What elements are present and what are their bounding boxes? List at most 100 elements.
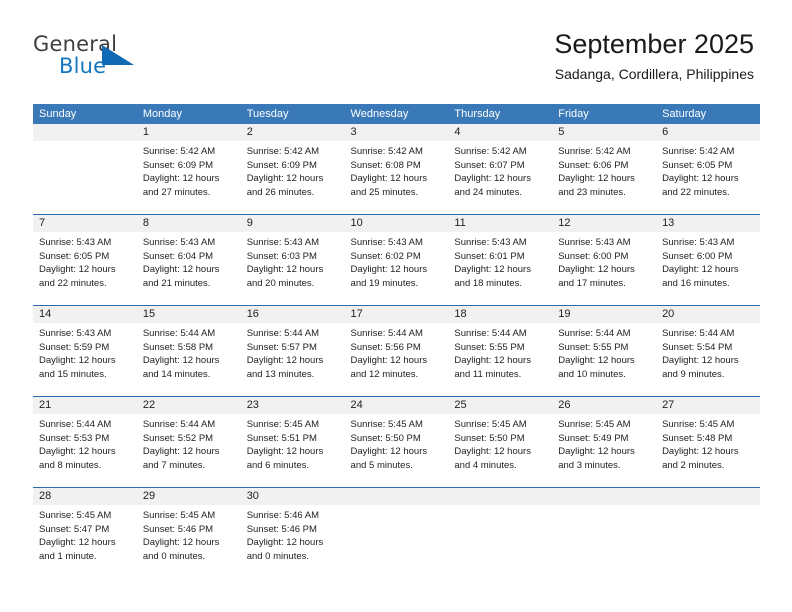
day-number[interactable]: 20 (656, 306, 760, 323)
day-number[interactable]: 3 (345, 124, 449, 141)
day-cell[interactable]: Sunrise: 5:43 AM Sunset: 6:01 PM Daylight:… (448, 232, 552, 305)
day-cell[interactable]: Sunrise: 5:44 AM Sunset: 5:56 PM Daylight:… (345, 323, 449, 396)
day-number[interactable]: 10 (345, 215, 449, 232)
daylight-text: Daylight: 12 hours and 22 minutes. (662, 173, 739, 198)
day-cell[interactable]: Sunrise: 5:43 AM Sunset: 6:00 PM Daylight:… (656, 232, 760, 305)
day-number[interactable]: 18 (448, 306, 552, 323)
sunset-text: Sunset: 6:09 PM (142, 159, 214, 171)
sunrise-text: Sunrise: 5:43 AM (558, 237, 631, 248)
day-number[interactable]: 27 (656, 397, 760, 414)
day-number-empty (448, 488, 552, 505)
daylight-text: Daylight: 12 hours and 10 minutes. (558, 355, 635, 380)
day-number[interactable]: 24 (345, 397, 449, 414)
general-blue-logo[interactable]: General Blue (33, 32, 163, 84)
day-number[interactable]: 26 (552, 397, 656, 414)
daylight-text: Daylight: 12 hours and 27 minutes. (142, 173, 220, 198)
day-cell[interactable]: Sunrise: 5:43 AM Sunset: 6:00 PM Daylight:… (552, 232, 656, 305)
sunrise-text: Sunrise: 5:45 AM (558, 419, 631, 430)
week-daynumber-strip: 28 29 30 (33, 488, 760, 505)
day-number[interactable]: 16 (241, 306, 345, 323)
day-cell[interactable]: Sunrise: 5:43 AM Sunset: 6:04 PM Daylight:… (137, 232, 241, 305)
day-number[interactable]: 29 (137, 488, 241, 505)
sunrise-text: Sunrise: 5:45 AM (246, 419, 320, 430)
day-cell[interactable]: Sunrise: 5:43 AM Sunset: 6:05 PM Daylight:… (33, 232, 137, 305)
sunrise-text: Sunrise: 5:42 AM (350, 146, 423, 157)
daylight-text: Daylight: 12 hours and 7 minutes. (142, 446, 220, 471)
day-number[interactable]: 7 (33, 215, 137, 232)
daylight-text: Daylight: 12 hours and 19 minutes. (350, 264, 428, 289)
day-number[interactable]: 28 (33, 488, 137, 505)
day-number[interactable]: 30 (241, 488, 345, 505)
sunrise-text: Sunrise: 5:43 AM (39, 328, 112, 339)
sunset-text: Sunset: 6:05 PM (662, 159, 733, 171)
day-number[interactable]: 23 (241, 397, 345, 414)
sunrise-text: Sunrise: 5:42 AM (662, 146, 735, 157)
logo-triangle-icon (102, 45, 134, 65)
day-cell[interactable]: Sunrise: 5:45 AM Sunset: 5:50 PM Daylight:… (448, 414, 552, 487)
day-cell[interactable]: Sunrise: 5:42 AM Sunset: 6:05 PM Daylight:… (656, 141, 760, 214)
day-number[interactable]: 19 (552, 306, 656, 323)
day-cell[interactable]: Sunrise: 5:44 AM Sunset: 5:55 PM Daylight:… (552, 323, 656, 396)
day-cell[interactable]: Sunrise: 5:45 AM Sunset: 5:49 PM Daylight:… (552, 414, 656, 487)
week-daynumber-strip: 123456 (33, 124, 760, 141)
day-cell[interactable]: Sunrise: 5:45 AM Sunset: 5:47 PM Daylight:… (33, 505, 137, 578)
day-cell[interactable]: Sunrise: 5:42 AM Sunset: 6:07 PM Daylight:… (448, 141, 552, 214)
calendar-week-row: 21 22 23 24 25 26 27 Sunrise: 5:44 AM Sunset: 5:… (33, 396, 760, 487)
day-number[interactable]: 4 (448, 124, 552, 141)
day-cell[interactable]: Sunrise: 5:44 AM Sunset: 5:55 PM Daylight:… (448, 323, 552, 396)
sunset-text: Sunset: 6:09 PM (246, 159, 317, 171)
sunset-text: Sunset: 6:00 PM (558, 250, 629, 262)
day-cell[interactable]: Sunrise: 5:43 AM Sunset: 5:59 PM Daylight:… (33, 323, 137, 396)
day-cell[interactable]: Sunrise: 5:43 AM Sunset: 6:03 PM Daylight:… (241, 232, 345, 305)
day-number[interactable]: 15 (137, 306, 241, 323)
day-number-empty (33, 124, 137, 141)
day-cell[interactable]: Sunrise: 5:45 AM Sunset: 5:46 PM Daylight:… (137, 505, 241, 578)
daylight-text: Daylight: 12 hours and 12 minutes. (350, 355, 428, 380)
sunset-text: Sunset: 5:46 PM (142, 523, 214, 535)
sunset-text: Sunset: 5:59 PM (39, 341, 110, 353)
sunrise-text: Sunrise: 5:43 AM (39, 237, 112, 248)
day-number[interactable]: 12 (552, 215, 656, 232)
day-number[interactable]: 5 (552, 124, 656, 141)
day-cell[interactable]: Sunrise: 5:42 AM Sunset: 6:09 PM Daylight:… (137, 141, 241, 214)
day-cell[interactable]: Sunrise: 5:42 AM Sunset: 6:09 PM Daylight:… (241, 141, 345, 214)
day-cell[interactable]: Sunrise: 5:44 AM Sunset: 5:52 PM Daylight:… (137, 414, 241, 487)
daylight-text: Daylight: 12 hours and 4 minutes. (454, 446, 531, 471)
day-cell[interactable]: Sunrise: 5:43 AM Sunset: 6:02 PM Daylight:… (345, 232, 449, 305)
day-cell[interactable]: Sunrise: 5:44 AM Sunset: 5:54 PM Daylight:… (656, 323, 760, 396)
day-cell[interactable]: Sunrise: 5:44 AM Sunset: 5:57 PM Daylight:… (241, 323, 345, 396)
day-cell[interactable]: Sunrise: 5:46 AM Sunset: 5:46 PM Daylight:… (241, 505, 345, 578)
day-cell[interactable]: Sunrise: 5:42 AM Sunset: 6:08 PM Daylight:… (345, 141, 449, 214)
day-number[interactable]: 1 (137, 124, 241, 141)
day-number[interactable]: 11 (448, 215, 552, 232)
week-details-strip: Sunrise: 5:44 AM Sunset: 5:53 PM Daylight:… (33, 414, 760, 487)
sunrise-text: Sunrise: 5:44 AM (142, 328, 216, 339)
week-daynumber-strip: 14 15 16 17 18 19 20 (33, 306, 760, 323)
day-cell[interactable]: Sunrise: 5:45 AM Sunset: 5:48 PM Daylight:… (656, 414, 760, 487)
daylight-text: Daylight: 12 hours and 0 minutes. (246, 537, 324, 562)
sunset-text: Sunset: 5:47 PM (39, 523, 110, 535)
day-cell[interactable]: Sunrise: 5:45 AM Sunset: 5:50 PM Daylight:… (345, 414, 449, 487)
weekday-header-sunday: Sunday (39, 108, 77, 120)
day-cell[interactable]: Sunrise: 5:44 AM Sunset: 5:53 PM Daylight:… (33, 414, 137, 487)
sunrise-text: Sunrise: 5:42 AM (142, 146, 216, 157)
day-number-empty (345, 488, 449, 505)
calendar-week-row: 1 2 3 4 5 6 Sunrise: 5:42 AM Sunset: 6:09 PM Day… (33, 124, 760, 214)
day-number[interactable]: 22 (137, 397, 241, 414)
day-number[interactable]: 8 (137, 215, 241, 232)
day-number[interactable]: 2 (241, 124, 345, 141)
day-number[interactable]: 9 (241, 215, 345, 232)
daylight-text: Daylight: 12 hours and 22 minutes. (39, 264, 116, 289)
day-number[interactable]: 17 (345, 306, 449, 323)
week-details-strip: Sunrise: 5:43 AM Sunset: 6:05 PM Daylight:… (33, 232, 760, 305)
day-number[interactable]: 21 (33, 397, 137, 414)
day-number[interactable]: 14 (33, 306, 137, 323)
day-number[interactable]: 13 (656, 215, 760, 232)
day-number[interactable]: 6 (656, 124, 760, 141)
day-cell[interactable]: Sunrise: 5:44 AM Sunset: 5:58 PM Daylight:… (137, 323, 241, 396)
day-number[interactable]: 25 (448, 397, 552, 414)
weekday-header-monday: Monday (142, 108, 182, 120)
day-cell[interactable]: Sunrise: 5:45 AM Sunset: 5:51 PM Daylight:… (241, 414, 345, 487)
day-cell[interactable]: Sunrise: 5:42 AM Sunset: 6:06 PM Daylight:… (552, 141, 656, 214)
sunrise-text: Sunrise: 5:43 AM (350, 237, 423, 248)
